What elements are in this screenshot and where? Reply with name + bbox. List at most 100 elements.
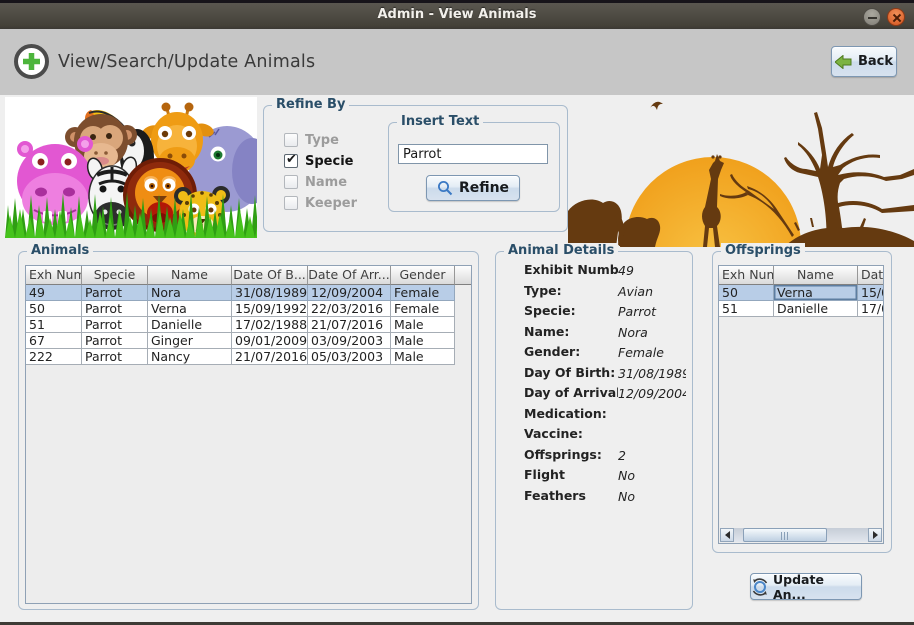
cell[interactable]: 51 [719,301,774,317]
cell[interactable]: Parrot [82,349,148,365]
scrollbar-thumb[interactable] [743,528,827,542]
cell[interactable]: 21/07/2016 [308,317,391,333]
elephant-silhouette-large [568,200,622,247]
cell[interactable]: 03/09/2003 [308,333,391,349]
column-header-exh-num[interactable]: Exh Num [26,266,82,285]
cell[interactable]: 222 [26,349,82,365]
detail-row: Medication: [524,404,686,425]
cell[interactable]: Male [391,349,455,365]
scroll-left-button[interactable] [720,528,734,542]
keeper-checkbox-box[interactable] [284,196,298,210]
cell[interactable]: Danielle [774,301,858,317]
cell[interactable]: Male [391,317,455,333]
cell[interactable]: Male [391,333,455,349]
detail-row: Day Of Birth:31/08/1989 [524,363,686,384]
cell[interactable]: 31/08/1989 [232,285,308,301]
offsprings-panel: Offsprings Exh Num Name Dat 50 Verna 15/… [712,251,892,553]
back-button-label: Back [858,54,893,69]
cell[interactable]: Danielle [148,317,232,333]
cell[interactable]: 09/01/2009 [232,333,308,349]
animals-row[interactable]: 50 Parrot Verna 15/09/1992 22/03/2016 Fe… [26,301,471,317]
checkbox-specie[interactable]: ✔ Specie [284,153,353,169]
column-header-gender[interactable]: Gender [391,266,455,285]
cell[interactable]: 50 [26,301,82,317]
cell[interactable]: 21/07/2016 [232,349,308,365]
cell[interactable]: Female [391,285,455,301]
scroll-right-button[interactable] [868,528,882,542]
cell[interactable]: 17/0 [858,301,883,317]
column-header-date-of-birth[interactable]: Date Of B... [232,266,308,285]
detail-value: 12/09/2004 [618,386,686,401]
cell[interactable]: Nancy [148,349,232,365]
animal-details-panel: Animal Details Exhibit Number:49 Type:Av… [495,251,693,610]
safari-silhouette-image [560,95,914,247]
animals-row[interactable]: 51 Parrot Danielle 17/02/1988 21/07/2016… [26,317,471,333]
animals-scrollpane[interactable]: Exh Num Specie Name Date Of B... Date Of… [25,265,472,604]
update-animal-button[interactable]: Update An... [750,573,862,600]
animals-row[interactable]: 222 Parrot Nancy 21/07/2016 05/03/2003 M… [26,349,471,365]
column-header-exh-num[interactable]: Exh Num [719,266,774,285]
detail-value: Parrot [618,304,656,319]
checkbox-type[interactable]: Type [284,132,339,148]
scrollbar-grip-icon [781,532,789,540]
animals-row-selected[interactable]: 49 Parrot Nora 31/08/1989 12/09/2004 Fem… [26,285,471,301]
horizontal-scrollbar[interactable] [720,528,882,542]
checkbox-name[interactable]: Name [284,174,347,190]
detail-value: No [618,489,635,504]
cell[interactable]: 05/03/2003 [308,349,391,365]
cell[interactable]: Parrot [82,301,148,317]
cell[interactable]: 17/02/1988 [232,317,308,333]
title-bar[interactable]: Admin - View Animals [0,0,914,29]
cell[interactable]: 50 [719,285,774,301]
detail-row: Name:Nora [524,322,686,343]
offsprings-row-selected[interactable]: 50 Verna 15/0 [719,285,883,301]
specie-checkbox-box[interactable]: ✔ [284,154,298,168]
detail-label: Vaccine: [524,424,618,445]
detail-label: Name: [524,322,618,343]
search-icon [437,180,453,196]
offsprings-scrollpane[interactable]: Exh Num Name Dat 50 Verna 15/0 51 Daniel… [718,265,884,544]
close-button[interactable] [887,8,905,26]
cell[interactable]: Parrot [82,333,148,349]
cell[interactable]: Parrot [82,317,148,333]
cell[interactable]: Nora [148,285,232,301]
cell[interactable]: Female [391,301,455,317]
animals-panel-title: Animals [27,243,93,258]
detail-row: Vaccine: [524,424,686,445]
cell-focused[interactable]: Verna [774,285,858,301]
app-window: Admin - View Animals View/Search/Update … [0,0,914,625]
column-header-name[interactable]: Name [148,266,232,285]
refine-button-label: Refine [459,180,509,196]
back-button[interactable]: Back [831,46,897,77]
page-title: View/Search/Update Animals [58,29,315,95]
detail-label: Feathers [524,486,618,507]
minimize-button[interactable] [863,8,881,26]
animals-row[interactable]: 67 Parrot Ginger 09/01/2009 03/09/2003 M… [26,333,471,349]
column-header-date[interactable]: Dat [858,266,883,285]
cell[interactable]: Verna [148,301,232,317]
check-icon: ✔ [286,152,297,167]
cell[interactable]: Parrot [82,285,148,301]
cell[interactable]: 22/03/2016 [308,301,391,317]
name-checkbox-box[interactable] [284,175,298,189]
cell[interactable]: 15/09/1992 [232,301,308,317]
cell[interactable]: 67 [26,333,82,349]
detail-value: Avian [618,284,653,299]
cell[interactable]: Ginger [148,333,232,349]
cell[interactable]: 12/09/2004 [308,285,391,301]
checkbox-keeper[interactable]: Keeper [284,195,357,211]
column-header-specie[interactable]: Specie [82,266,148,285]
animals-panel: Animals Exh Num Specie Name Date Of B...… [18,251,479,610]
scrollbar-track[interactable] [734,528,868,542]
refine-by-title: Refine By [272,97,349,112]
refine-button[interactable]: Refine [426,175,520,201]
cell[interactable]: 15/0 [858,285,883,301]
cell[interactable]: 49 [26,285,82,301]
name-checkbox-label: Name [305,175,347,190]
column-header-date-of-arrival[interactable]: Date Of Arr... [308,266,391,285]
offsprings-row[interactable]: 51 Danielle 17/0 [719,301,883,317]
cell[interactable]: 51 [26,317,82,333]
type-checkbox-box[interactable] [284,133,298,147]
refine-text-input[interactable] [398,144,548,164]
column-header-name[interactable]: Name [774,266,858,285]
